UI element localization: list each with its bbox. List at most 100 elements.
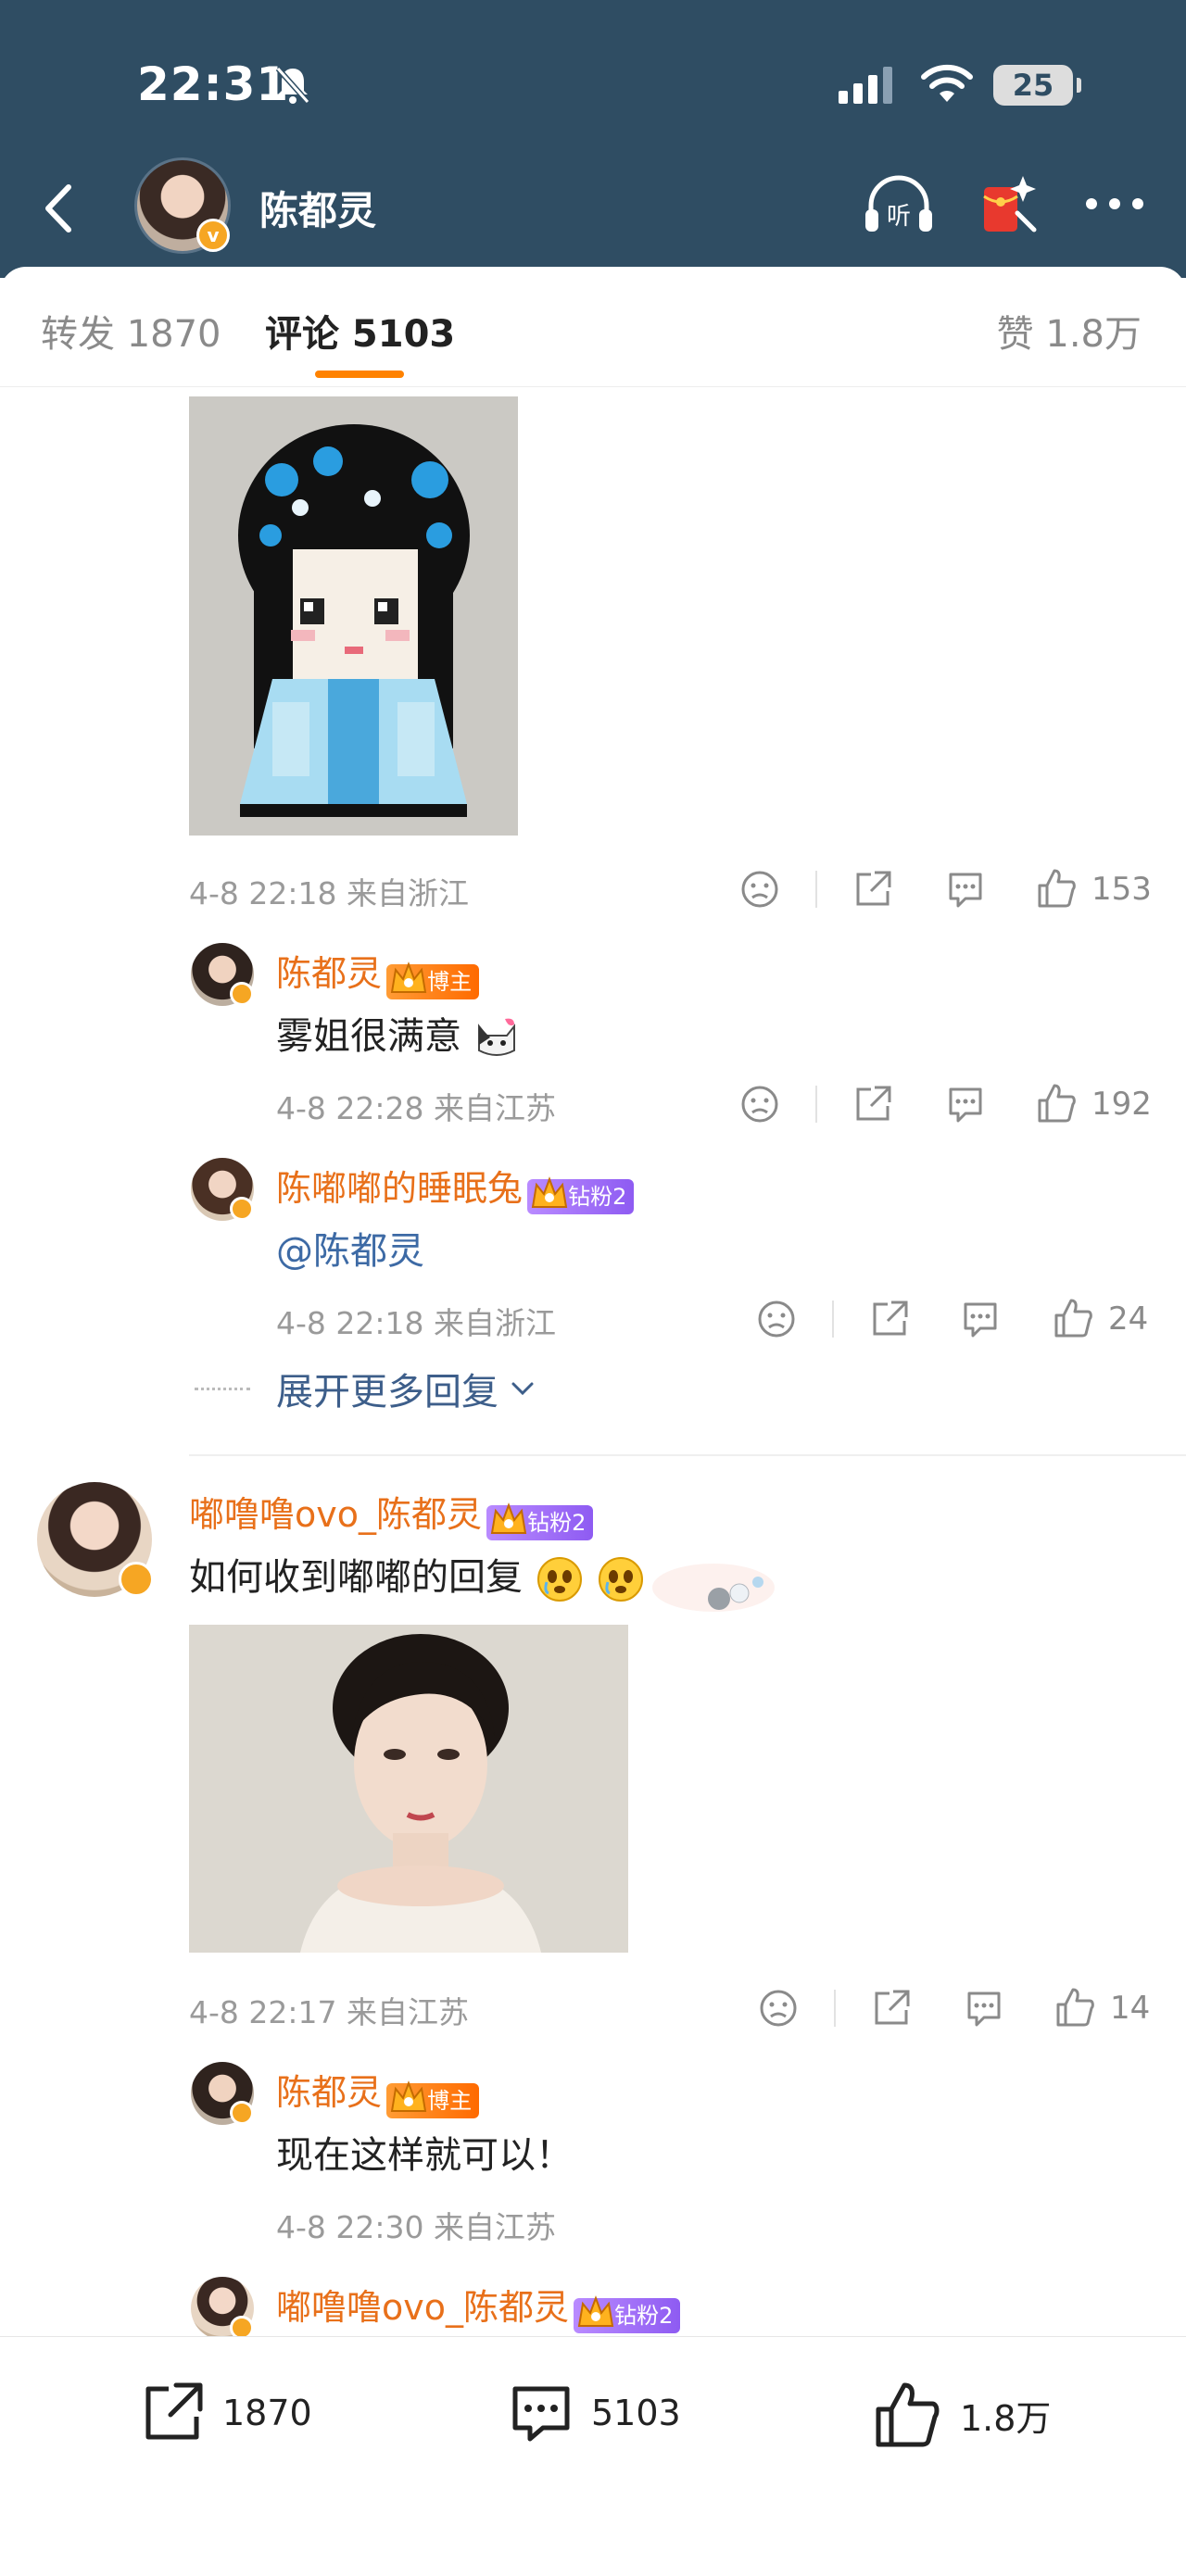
crying-emoji-icon: [536, 1557, 582, 1602]
listen-icon[interactable]: 听: [862, 172, 936, 237]
comment-image-pixel-art[interactable]: [189, 396, 518, 836]
like-icon[interactable]: [1054, 1986, 1095, 2029]
comment-image-photo[interactable]: [189, 1625, 628, 1953]
action-divider: [815, 871, 817, 908]
crown-icon: [531, 1175, 568, 1208]
like-icon[interactable]: [1036, 867, 1077, 910]
tab-bar: 转发 1870 评论 5103 赞 1.8万: [0, 267, 1186, 387]
svg-text:听: 听: [887, 203, 911, 231]
comment-count: 5103: [591, 2393, 681, 2433]
reply-username[interactable]: 嘟噜噜ovo_陈都灵: [276, 2287, 569, 2328]
comment-icon: [512, 2386, 570, 2442]
signal-icon: [839, 67, 892, 104]
mute-bell-icon: [275, 67, 310, 104]
comment-divider: [189, 1454, 1186, 1456]
comment-icon[interactable]: [964, 1988, 1004, 2029]
back-icon[interactable]: [28, 176, 93, 241]
bottom-action-bar: 1870 5103 1.8万: [0, 2336, 1186, 2576]
dislike-icon[interactable]: [756, 1299, 797, 1339]
reply-meta: 4-8 22:30 来自江苏: [276, 2209, 556, 2245]
share-icon: [145, 2382, 203, 2440]
crying-emoji-icon: [599, 1557, 644, 1602]
verified-icon: [230, 2101, 254, 2125]
expand-replies-button[interactable]: 展开更多回复: [276, 1362, 537, 1415]
status-time: 22:31: [137, 57, 290, 111]
red-packet-icon[interactable]: [977, 172, 1041, 237]
active-tab-indicator: [315, 371, 404, 378]
crown-icon: [390, 2080, 427, 2112]
comment-icon[interactable]: [960, 1299, 1001, 1339]
crown-icon: [390, 961, 427, 993]
more-icon[interactable]: [1084, 195, 1145, 213]
verified-icon: v: [196, 219, 230, 252]
expand-label: 展开更多回复: [276, 1371, 498, 1414]
status-badge: 博主: [386, 961, 480, 999]
action-divider: [832, 1301, 834, 1338]
reply-header: 嘟噜噜ovo_陈都灵 钻粉2: [276, 2279, 681, 2333]
share-icon[interactable]: [871, 1988, 912, 2029]
cat-emoji-icon: [477, 1018, 515, 1056]
page-title[interactable]: 陈都灵: [259, 180, 376, 236]
comment-icon[interactable]: [945, 869, 986, 910]
repost-button[interactable]: 1870: [139, 2380, 312, 2446]
comment-button[interactable]: 5103: [508, 2380, 681, 2446]
mention-link[interactable]: @陈都灵: [276, 1221, 424, 1275]
like-count: 24: [1108, 1301, 1149, 1338]
crown-icon: [577, 2294, 614, 2327]
reply-username[interactable]: 陈都灵: [276, 953, 382, 994]
comment-list[interactable]: 4-8 22:18 来自浙江 153 陈都灵 博主 雾姐很满意 4-8 22:2…: [0, 387, 1186, 2336]
crown-icon: [490, 1502, 527, 1534]
like-count: 14: [1110, 1990, 1151, 2027]
share-icon[interactable]: [852, 869, 893, 910]
reply-username[interactable]: 陈都灵: [276, 2072, 382, 2113]
comment-username[interactable]: 嘟噜噜ovo_陈都灵: [189, 1494, 482, 1535]
bubble-decoration-icon: [652, 1564, 775, 1612]
like-icon[interactable]: [1036, 1082, 1077, 1125]
verified-icon: [230, 2316, 254, 2336]
like-icon[interactable]: [1053, 1297, 1093, 1339]
chevron-down-icon: [511, 1382, 534, 1396]
repost-count: 1870: [222, 2393, 312, 2433]
verified-icon: [230, 982, 254, 1006]
reply-header: 陈嘟嘟的睡眠兔 钻粉2: [276, 1160, 635, 1214]
reply-header: 陈都灵 博主: [276, 2064, 480, 2118]
status-badge: 钻粉2: [527, 1175, 635, 1214]
expand-dots: [195, 1388, 250, 1390]
share-icon[interactable]: [869, 1299, 910, 1339]
comment-header: 嘟噜噜ovo_陈都灵 钻粉2: [189, 1486, 594, 1540]
comment-meta: 4-8 22:18 来自浙江: [189, 875, 469, 911]
dislike-icon[interactable]: [739, 869, 780, 910]
status-badge: 钻粉2: [574, 2294, 681, 2333]
verified-icon: [119, 1562, 154, 1597]
status-badge: 钻粉2: [486, 1502, 594, 1540]
verified-icon: [230, 1197, 254, 1221]
action-divider: [834, 1990, 836, 2027]
tab-comments[interactable]: 评论 5103: [265, 304, 455, 358]
reply-header: 陈都灵 博主: [276, 945, 480, 999]
comment-icon[interactable]: [945, 1084, 986, 1125]
comment-text: 如何收到嘟嘟的回复: [189, 1547, 646, 1604]
like-count-total: 1.8万: [960, 2397, 1052, 2439]
battery-indicator: 25: [993, 65, 1081, 106]
tab-repost[interactable]: 转发 1870: [41, 304, 221, 358]
dislike-icon[interactable]: [739, 1084, 780, 1125]
share-icon[interactable]: [852, 1084, 893, 1125]
like-icon: [876, 2382, 940, 2447]
reply-meta: 4-8 22:28 来自江苏: [276, 1090, 556, 1126]
like-button[interactable]: 1.8万: [873, 2380, 1051, 2450]
comment-meta: 4-8 22:17 来自江苏: [189, 1994, 469, 2030]
reply-text: 现在这样就可以！: [276, 2134, 573, 2177]
dislike-icon[interactable]: [758, 1988, 799, 2029]
wifi-icon: [921, 64, 973, 102]
like-count: 192: [1091, 1086, 1152, 1123]
action-divider: [815, 1086, 817, 1123]
reply-text: 雾姐很满意: [276, 1006, 520, 1060]
status-badge: 博主: [386, 2080, 480, 2118]
top-header: 22:31 25 v 陈都灵 听: [0, 0, 1186, 278]
reply-username[interactable]: 陈嘟嘟的睡眠兔: [276, 1168, 523, 1209]
nav-row: v 陈都灵 听: [0, 157, 1186, 259]
like-count: 153: [1091, 871, 1152, 908]
tab-likes[interactable]: 赞 1.8万: [997, 304, 1142, 358]
status-bar: 22:31 25: [0, 0, 1186, 167]
reply-meta: 4-8 22:18 来自浙江: [276, 1305, 556, 1341]
